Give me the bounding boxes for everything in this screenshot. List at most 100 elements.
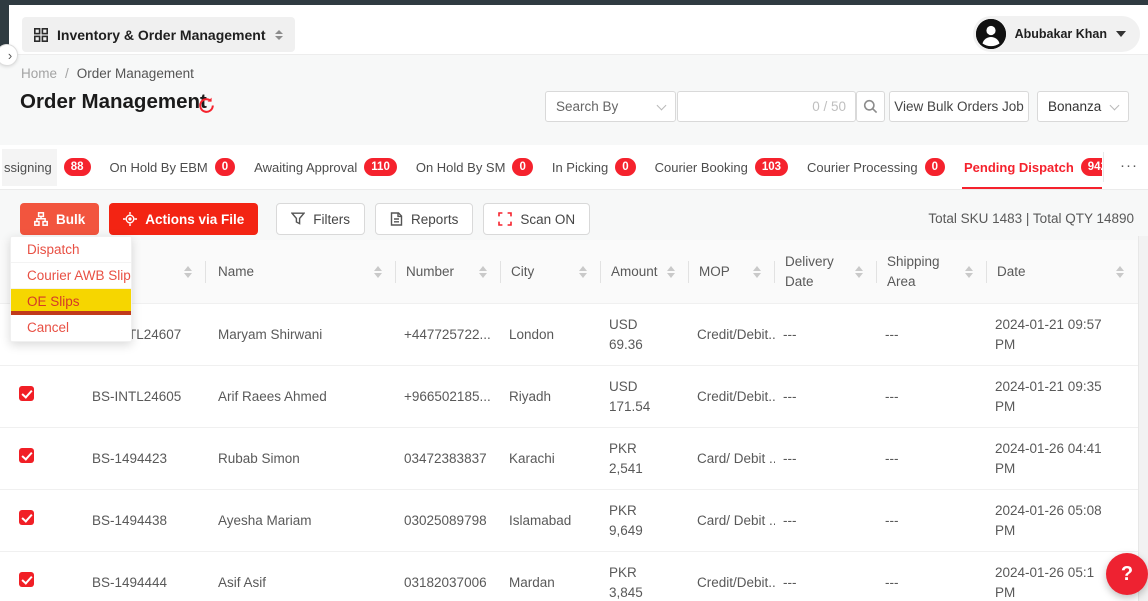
row-checkbox[interactable]	[19, 448, 34, 463]
help-button[interactable]: ?	[1106, 553, 1148, 595]
tab[interactable]: On Hold By SM 0	[416, 145, 533, 189]
window-top-strip	[0, 0, 1148, 5]
column-label: Shipping Area	[887, 252, 949, 291]
sort-icon[interactable]	[184, 266, 192, 278]
delivery-date: ---	[783, 389, 797, 404]
tab-label: Awaiting Approval	[254, 160, 357, 175]
delivery-date: ---	[783, 575, 797, 590]
user-menu[interactable]: Abubakar Khan	[973, 16, 1140, 52]
tab[interactable]: ssigning 88	[2, 145, 91, 189]
header-shipping-area[interactable]: Shipping Area	[877, 240, 987, 303]
header-number[interactable]: Number	[396, 240, 501, 303]
row-checkbox[interactable]	[19, 572, 34, 587]
delivery-date: ---	[783, 451, 797, 466]
table-row[interactable]: BS-1494438 Ayesha Mariam 03025089798 Isl…	[0, 490, 1138, 552]
column-label: Name	[218, 262, 254, 282]
table-row[interactable]: BS-INTL24605 Arif Raees Ahmed +966502185…	[0, 366, 1138, 428]
tab[interactable]: Courier Processing 0	[807, 145, 945, 189]
tab[interactable]: Pending Dispatch 9429	[964, 145, 1102, 189]
app-title: Inventory & Order Management	[57, 27, 266, 43]
grid-icon	[34, 28, 48, 42]
column-label: City	[511, 262, 534, 282]
tabs-divider	[1103, 152, 1104, 182]
city: Mardan	[509, 575, 555, 590]
sort-icon[interactable]	[579, 266, 587, 278]
reports-button[interactable]: Reports	[375, 203, 473, 235]
menu-item-label: Dispatch	[27, 242, 80, 257]
sort-icon[interactable]	[479, 266, 487, 278]
order-date: 2024-01-26 05:1 PM	[995, 563, 1113, 601]
tab[interactable]: Awaiting Approval 110	[254, 145, 397, 189]
mop: Card/ Debit ...	[697, 451, 775, 466]
header-delivery-date[interactable]: Delivery Date	[775, 240, 877, 303]
table-body: BS-INTL24607 Maryam Shirwani +447725722.…	[0, 304, 1138, 601]
header-amount[interactable]: Amount	[601, 240, 689, 303]
table-row[interactable]: BS-1494423 Rubab Simon 03472383837 Karac…	[0, 428, 1138, 490]
column-label: MOP	[699, 262, 730, 282]
header-name[interactable]: Name	[206, 240, 396, 303]
search-by-select[interactable]: Search By	[545, 91, 676, 122]
menu-item-label: OE Slips	[27, 294, 80, 309]
bulk-button[interactable]: Bulk	[20, 203, 99, 235]
tabs: ssigning 88 On Hold By EBM 0 Awaiting Ap…	[2, 145, 1102, 189]
user-name: Abubakar Khan	[1015, 27, 1107, 41]
totals-summary: Total SKU 1483 | Total QTY 14890	[928, 211, 1134, 226]
bulk-dropdown-menu: Dispatch Courier AWB Slips OE Slips Canc…	[10, 236, 132, 342]
tab[interactable]: On Hold By EBM 0	[110, 145, 236, 189]
table-row[interactable]: BS-INTL24607 Maryam Shirwani +447725722.…	[0, 304, 1138, 366]
breadcrumb-home[interactable]: Home	[21, 66, 57, 81]
sort-icon[interactable]	[667, 266, 675, 278]
sort-icon[interactable]	[374, 266, 382, 278]
search-input[interactable]	[687, 99, 812, 114]
tab-label: On Hold By SM	[416, 160, 506, 175]
chevron-down-icon	[1110, 100, 1120, 110]
view-bulk-orders-button[interactable]: View Bulk Orders Job	[889, 91, 1029, 122]
city: Islamabad	[509, 513, 571, 528]
customer-name: Maryam Shirwani	[218, 327, 322, 342]
order-id: BS-1494423	[92, 451, 167, 466]
row-checkbox[interactable]	[19, 510, 34, 525]
sort-icon[interactable]	[855, 266, 863, 278]
order-id: BS-INTL24605	[92, 389, 181, 404]
menu-item[interactable]: Cancel	[11, 315, 131, 341]
row-checkbox[interactable]	[19, 386, 34, 401]
menu-item-label: Cancel	[27, 320, 69, 335]
menu-item[interactable]: OE Slips	[11, 289, 131, 315]
header-city[interactable]: City	[501, 240, 601, 303]
warehouse-select[interactable]: Bonanza	[1037, 91, 1129, 122]
sort-icon[interactable]	[753, 266, 761, 278]
tab-label: ssigning	[2, 149, 57, 186]
filters-button[interactable]: Filters	[276, 203, 365, 235]
menu-item[interactable]: Courier AWB Slips	[11, 263, 131, 289]
sitemap-icon	[34, 212, 48, 226]
customer-name: Rubab Simon	[218, 451, 300, 466]
tab-count-badge: 110	[364, 158, 397, 176]
order-date: 2024-01-26 04:41 PM	[995, 439, 1113, 478]
scan-on-button[interactable]: Scan ON	[483, 203, 590, 235]
search-counter: 0 / 50	[812, 99, 846, 114]
tab-count-badge: 103	[755, 158, 788, 176]
vertical-scrollbar[interactable]	[1138, 236, 1148, 601]
menu-item-label: Courier AWB Slips	[27, 268, 131, 283]
view-bulk-orders-label: View Bulk Orders Job	[894, 99, 1024, 114]
search-button[interactable]	[856, 91, 885, 122]
shipping-area: ---	[885, 451, 899, 466]
more-tabs-button[interactable]: ···	[1120, 157, 1138, 174]
avatar	[976, 19, 1006, 49]
table-row[interactable]: BS-1494444 Asif Asif 03182037006 Mardan …	[0, 552, 1138, 601]
sort-icon[interactable]	[965, 266, 973, 278]
shipping-area: ---	[885, 389, 899, 404]
tab[interactable]: Courier Booking 103	[655, 145, 788, 189]
orders-table: Name Number City Amount MOP Delivery Dat…	[0, 240, 1138, 601]
mop: Card/ Debit ...	[697, 513, 775, 528]
app-switcher[interactable]: Inventory & Order Management	[22, 17, 295, 52]
refresh-icon[interactable]	[197, 96, 216, 115]
header-mop[interactable]: MOP	[689, 240, 775, 303]
actions-via-file-button[interactable]: Actions via File	[109, 203, 258, 235]
sidebar-expand-toggle[interactable]: ›	[0, 44, 18, 66]
mop: Credit/Debit...	[697, 575, 775, 590]
menu-item[interactable]: Dispatch	[11, 237, 131, 263]
sort-icon[interactable]	[1116, 266, 1124, 278]
header-date[interactable]: Date	[987, 240, 1138, 303]
tab[interactable]: In Picking 0	[552, 145, 636, 189]
